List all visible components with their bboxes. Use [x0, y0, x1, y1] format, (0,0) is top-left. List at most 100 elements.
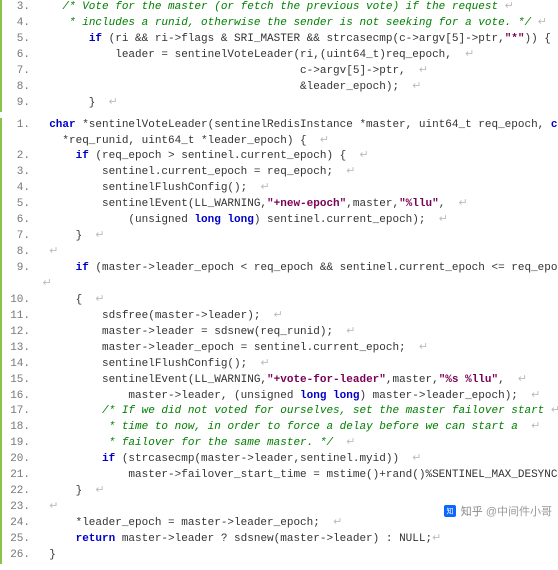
line-number: 9.	[2, 261, 36, 277]
code-line: 4. sentinelFlushConfig(); ↵	[2, 181, 558, 197]
line-number: 18.	[2, 420, 36, 436]
code-line: 3. sentinel.current_epoch = req_epoch; ↵	[2, 165, 558, 181]
watermark-author: @中间件小哥	[486, 506, 552, 518]
line-number: 14.	[2, 357, 36, 373]
code-line: 25. return master->leader ? sdsnew(maste…	[2, 532, 558, 548]
code-text: } ↵	[36, 229, 558, 245]
line-number: 25.	[2, 532, 36, 548]
code-line: 10. { ↵	[2, 293, 558, 309]
code-line: ↵	[2, 277, 558, 293]
code-text: if (ri && ri->flags & SRI_MASTER && strc…	[36, 32, 558, 48]
code-line: 6. leader = sentinelVoteLeader(ri,(uint6…	[2, 48, 558, 64]
watermark: 知 知乎 @中间件小哥	[444, 505, 552, 521]
code-line: 7. c->argv[5]->ptr, ↵	[2, 64, 558, 80]
code-text: leader = sentinelVoteLeader(ri,(uint64_t…	[36, 48, 558, 64]
code-block-1: 3. /* Vote for the master (or fetch the …	[0, 0, 558, 112]
line-number: 22.	[2, 484, 36, 500]
line-number: 5.	[2, 197, 36, 213]
code-text: master->failover_start_time = mstime()+r…	[36, 468, 558, 484]
line-number: 4.	[2, 16, 36, 32]
line-number: 3.	[2, 0, 36, 16]
code-line: 26. }	[2, 548, 558, 564]
code-text: * time to now, in order to force a delay…	[36, 420, 558, 436]
code-line: 5. if (ri && ri->flags & SRI_MASTER && s…	[2, 32, 558, 48]
code-text: master->leader, (unsigned long long) mas…	[36, 389, 558, 405]
watermark-brand: 知乎	[461, 506, 483, 518]
code-text: } ↵	[36, 484, 558, 500]
code-line: 2. if (req_epoch > sentinel.current_epoc…	[2, 149, 558, 165]
code-text: (unsigned long long) sentinel.current_ep…	[36, 213, 558, 229]
code-line: 9. } ↵	[2, 96, 558, 112]
line-number: 6.	[2, 48, 36, 64]
line-number: 24.	[2, 516, 36, 532]
code-text: sentinelFlushConfig(); ↵	[36, 181, 558, 197]
line-number: 12.	[2, 325, 36, 341]
code-text: master->leader = sdsnew(req_runid); ↵	[36, 325, 558, 341]
code-line: 1. char *sentinelVoteLeader(sentinelRedi…	[2, 118, 558, 134]
line-number: 2.	[2, 149, 36, 165]
code-text: /* If we did not voted for ourselves, se…	[36, 404, 558, 420]
code-line: 4. * includes a runid, otherwise the sen…	[2, 16, 558, 32]
code-line: 5. sentinelEvent(LL_WARNING,"+new-epoch"…	[2, 197, 558, 213]
code-line: 12. master->leader = sdsnew(req_runid); …	[2, 325, 558, 341]
code-line: 8. ↵	[2, 245, 558, 261]
line-number: 8.	[2, 80, 36, 96]
code-line: 3. /* Vote for the master (or fetch the …	[2, 0, 558, 16]
code-text: if (strcasecmp(master->leader,sentinel.m…	[36, 452, 558, 468]
code-line: 19. * failover for the same master. */ ↵	[2, 436, 558, 452]
code-line: 15. sentinelEvent(LL_WARNING,"+vote-for-…	[2, 373, 558, 389]
code-line: 21. master->failover_start_time = mstime…	[2, 468, 558, 484]
line-number: 16.	[2, 389, 36, 405]
line-number: 3.	[2, 165, 36, 181]
line-number: 19.	[2, 436, 36, 452]
line-number: 9.	[2, 96, 36, 112]
line-number: 7.	[2, 229, 36, 245]
code-text: char *sentinelVoteLeader(sentinelRedisIn…	[36, 118, 558, 134]
code-text: master->leader_epoch = sentinel.current_…	[36, 341, 558, 357]
code-text: ↵	[36, 245, 558, 261]
line-number: 20.	[2, 452, 36, 468]
line-number: 26.	[2, 548, 36, 564]
code-text: sentinelEvent(LL_WARNING,"+new-epoch",ma…	[36, 197, 558, 213]
line-number: 4.	[2, 181, 36, 197]
code-line: 20. if (strcasecmp(master->leader,sentin…	[2, 452, 558, 468]
code-line: 17. /* If we did not voted for ourselves…	[2, 404, 558, 420]
line-number: 15.	[2, 373, 36, 389]
code-text: sdsfree(master->leader); ↵	[36, 309, 558, 325]
code-line: *req_runid, uint64_t *leader_epoch) { ↵	[2, 134, 558, 150]
line-number: 6.	[2, 213, 36, 229]
code-text: return master->leader ? sdsnew(master->l…	[36, 532, 558, 548]
code-text: sentinelEvent(LL_WARNING,"+vote-for-lead…	[36, 373, 558, 389]
line-number: 5.	[2, 32, 36, 48]
code-text: *req_runid, uint64_t *leader_epoch) { ↵	[36, 134, 558, 150]
code-text: * failover for the same master. */ ↵	[36, 436, 558, 452]
code-text: if (req_epoch > sentinel.current_epoch) …	[36, 149, 558, 165]
code-line: 8. &leader_epoch); ↵	[2, 80, 558, 96]
code-text: ↵	[36, 277, 558, 293]
line-number: 13.	[2, 341, 36, 357]
code-text: sentinel.current_epoch = req_epoch; ↵	[36, 165, 558, 181]
code-text: { ↵	[36, 293, 558, 309]
code-line: 6. (unsigned long long) sentinel.current…	[2, 213, 558, 229]
code-text: c->argv[5]->ptr, ↵	[36, 64, 558, 80]
line-number: 17.	[2, 404, 36, 420]
code-text: &leader_epoch); ↵	[36, 80, 558, 96]
code-text: } ↵	[36, 96, 558, 112]
code-text: }	[36, 548, 558, 564]
code-line: 18. * time to now, in order to force a d…	[2, 420, 558, 436]
line-number: 21.	[2, 468, 36, 484]
code-line: 22. } ↵	[2, 484, 558, 500]
line-number: 7.	[2, 64, 36, 80]
code-line: 11. sdsfree(master->leader); ↵	[2, 309, 558, 325]
code-text: * includes a runid, otherwise the sender…	[36, 16, 558, 32]
line-number: 10.	[2, 293, 36, 309]
code-text: if (master->leader_epoch < req_epoch && …	[36, 261, 558, 277]
code-line: 13. master->leader_epoch = sentinel.curr…	[2, 341, 558, 357]
code-line: 7. } ↵	[2, 229, 558, 245]
line-number: 11.	[2, 309, 36, 325]
line-number: 8.	[2, 245, 36, 261]
code-line: 14. sentinelFlushConfig(); ↵	[2, 357, 558, 373]
code-line: 16. master->leader, (unsigned long long)…	[2, 389, 558, 405]
code-text: sentinelFlushConfig(); ↵	[36, 357, 558, 373]
code-text: /* Vote for the master (or fetch the pre…	[36, 0, 558, 16]
